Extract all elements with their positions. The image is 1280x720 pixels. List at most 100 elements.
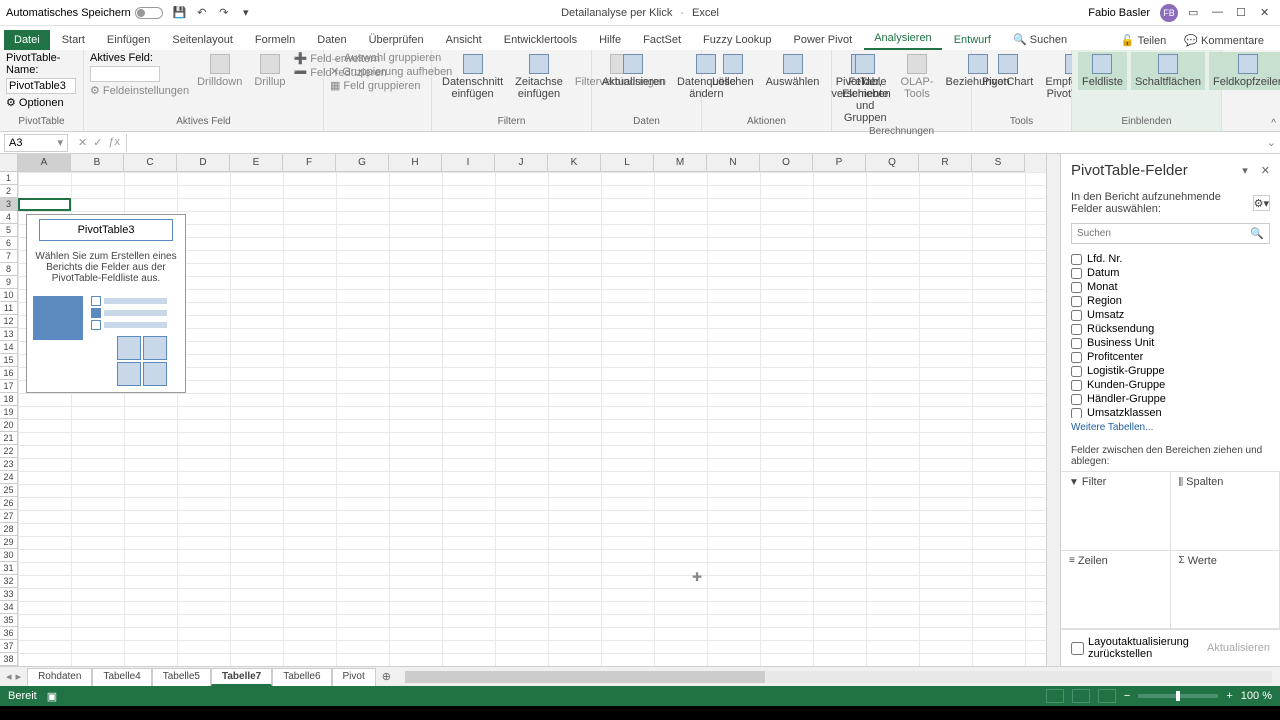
qat-customize-icon[interactable]: ▾ <box>239 6 253 20</box>
row-header-12[interactable]: 12 <box>0 315 18 328</box>
col-header-S[interactable]: S <box>972 154 1025 172</box>
row-header-37[interactable]: 37 <box>0 640 18 653</box>
minimize-icon[interactable]: — <box>1212 6 1226 20</box>
row-header-4[interactable]: 4 <box>0 211 18 224</box>
field-region[interactable]: Region <box>1071 294 1270 308</box>
vertical-scrollbar[interactable] <box>1046 154 1060 666</box>
field-monat[interactable]: Monat <box>1071 280 1270 294</box>
tab-data[interactable]: Daten <box>307 30 356 50</box>
row-header-38[interactable]: 38 <box>0 653 18 666</box>
pane-close-icon[interactable]: ✕ <box>1261 165 1270 177</box>
save-icon[interactable]: 💾 <box>173 6 187 20</box>
tab-search[interactable]: 🔍 Suchen <box>1003 29 1077 50</box>
pivot-placeholder[interactable]: PivotTable3 Wählen Sie zum Erstellen ein… <box>26 214 186 393</box>
area-values[interactable]: Σ Werte <box>1171 551 1280 630</box>
defer-layout-checkbox[interactable] <box>1071 642 1084 655</box>
col-header-O[interactable]: O <box>760 154 813 172</box>
field-settings[interactable]: ⚙ Feldeinstellungen <box>90 84 189 97</box>
row-header-9[interactable]: 9 <box>0 276 18 289</box>
field-rcksendung[interactable]: Rücksendung <box>1071 322 1270 336</box>
redo-icon[interactable]: ↷ <box>217 6 231 20</box>
tab-fuzzy[interactable]: Fuzzy Lookup <box>693 30 781 50</box>
tab-pagelayout[interactable]: Seitenlayout <box>162 30 243 50</box>
collapse-ribbon-icon[interactable]: ^ <box>1271 118 1276 129</box>
ribbon-display-icon[interactable]: ▭ <box>1188 6 1202 20</box>
row-header-3[interactable]: 3 <box>0 198 18 211</box>
row-header-25[interactable]: 25 <box>0 484 18 497</box>
field-lfdnr[interactable]: Lfd. Nr. <box>1071 252 1270 266</box>
sheet-tab-tabelle4[interactable]: Tabelle4 <box>92 668 151 686</box>
field-kundengruppe[interactable]: Kunden-Gruppe <box>1071 378 1270 392</box>
zoom-out-icon[interactable]: − <box>1124 690 1130 702</box>
col-header-K[interactable]: K <box>548 154 601 172</box>
row-header-11[interactable]: 11 <box>0 302 18 315</box>
row-header-27[interactable]: 27 <box>0 510 18 523</box>
col-header-J[interactable]: J <box>495 154 548 172</box>
row-header-5[interactable]: 5 <box>0 224 18 237</box>
more-tables-link[interactable]: Weitere Tabellen... <box>1061 418 1280 437</box>
col-header-H[interactable]: H <box>389 154 442 172</box>
sheet-tab-tabelle5[interactable]: Tabelle5 <box>152 668 211 686</box>
fx-icon[interactable]: ƒx <box>108 136 120 149</box>
tab-analyze[interactable]: Analysieren <box>864 28 941 50</box>
col-header-D[interactable]: D <box>177 154 230 172</box>
view-pagelayout-icon[interactable] <box>1072 689 1090 703</box>
area-columns[interactable]: ⫼ Spalten <box>1171 472 1280 551</box>
col-header-N[interactable]: N <box>707 154 760 172</box>
row-header-33[interactable]: 33 <box>0 588 18 601</box>
add-sheet-icon[interactable]: ⊕ <box>376 670 397 683</box>
row-header-31[interactable]: 31 <box>0 562 18 575</box>
row-header-10[interactable]: 10 <box>0 289 18 302</box>
row-header-17[interactable]: 17 <box>0 380 18 393</box>
field-businessunit[interactable]: Business Unit <box>1071 336 1270 350</box>
field-logistikgruppe[interactable]: Logistik-Gruppe <box>1071 364 1270 378</box>
row-header-22[interactable]: 22 <box>0 445 18 458</box>
close-icon[interactable]: ✕ <box>1260 6 1274 20</box>
row-header-21[interactable]: 21 <box>0 432 18 445</box>
tab-insert[interactable]: Einfügen <box>97 30 160 50</box>
insert-timeline[interactable]: Zeitachse einfügen <box>511 52 567 102</box>
autosave-toggle[interactable] <box>135 7 163 19</box>
field-umsatzklassen[interactable]: Umsatzklassen <box>1071 406 1270 418</box>
field-umsatz[interactable]: Umsatz <box>1071 308 1270 322</box>
sheet-nav-next-icon[interactable]: ▸ <box>16 670 22 683</box>
formula-input[interactable] <box>126 134 1263 152</box>
tab-start[interactable]: Start <box>52 30 95 50</box>
gear-icon[interactable]: ⚙▾ <box>1253 195 1270 211</box>
tab-formulas[interactable]: Formeln <box>245 30 305 50</box>
col-header-P[interactable]: P <box>813 154 866 172</box>
search-icon[interactable]: 🔍 <box>1245 224 1269 243</box>
col-header-R[interactable]: R <box>919 154 972 172</box>
zoom-in-icon[interactable]: + <box>1226 690 1232 702</box>
row-header-16[interactable]: 16 <box>0 367 18 380</box>
sheet-tab-tabelle7[interactable]: Tabelle7 <box>211 668 272 686</box>
pane-dropdown-icon[interactable]: ▾ <box>1242 165 1248 177</box>
fieldlist-toggle[interactable]: Feldliste <box>1078 52 1127 90</box>
row-header-6[interactable]: 6 <box>0 237 18 250</box>
view-normal-icon[interactable] <box>1046 689 1064 703</box>
col-header-Q[interactable]: Q <box>866 154 919 172</box>
insert-slicer[interactable]: Datenschnitt einfügen <box>438 52 507 102</box>
col-header-A[interactable]: A <box>18 154 71 172</box>
row-header-15[interactable]: 15 <box>0 354 18 367</box>
row-header-2[interactable]: 2 <box>0 185 18 198</box>
sheet-tab-tabelle6[interactable]: Tabelle6 <box>272 668 331 686</box>
col-header-I[interactable]: I <box>442 154 495 172</box>
undo-icon[interactable]: ↶ <box>195 6 209 20</box>
row-header-7[interactable]: 7 <box>0 250 18 263</box>
row-header-34[interactable]: 34 <box>0 601 18 614</box>
tab-review[interactable]: Überprüfen <box>359 30 434 50</box>
row-header-13[interactable]: 13 <box>0 328 18 341</box>
row-header-32[interactable]: 32 <box>0 575 18 588</box>
comments-button[interactable]: 💬 Kommentare <box>1178 31 1270 50</box>
sheet-nav-prev-icon[interactable]: ◂ <box>6 670 12 683</box>
row-header-28[interactable]: 28 <box>0 523 18 536</box>
field-datum[interactable]: Datum <box>1071 266 1270 280</box>
tab-file[interactable]: Datei <box>4 30 50 50</box>
avatar[interactable]: FB <box>1160 4 1178 22</box>
row-header-29[interactable]: 29 <box>0 536 18 549</box>
field-search-input[interactable] <box>1072 224 1245 243</box>
tab-powerpivot[interactable]: Power Pivot <box>784 30 863 50</box>
sheet-tab-pivot[interactable]: Pivot <box>332 668 376 686</box>
tab-help[interactable]: Hilfe <box>589 30 631 50</box>
